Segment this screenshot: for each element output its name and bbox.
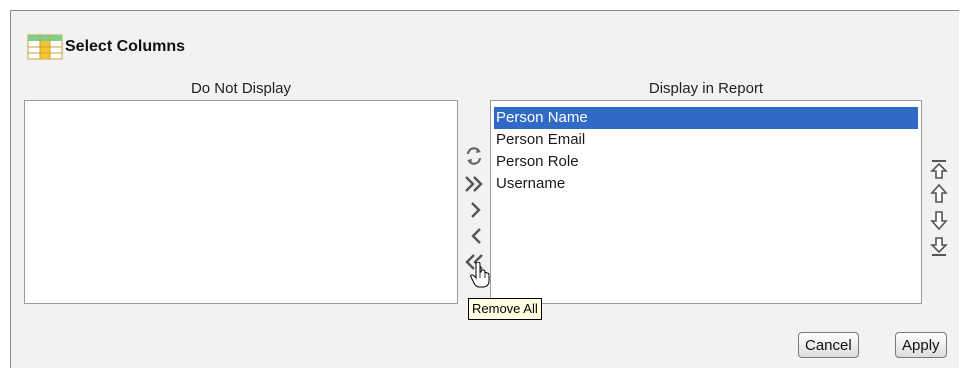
cancel-button[interactable]: Cancel [798, 332, 859, 358]
list-item[interactable]: Person Role [494, 151, 918, 173]
do-not-display-label: Do Not Display [190, 80, 292, 97]
display-in-report-listbox[interactable]: Person Name Person Email Person Role Use… [490, 100, 922, 304]
move-button[interactable] [463, 198, 489, 222]
move-all-icon [465, 176, 483, 192]
move-down-icon [930, 211, 948, 231]
list-item[interactable]: Person Name [494, 107, 918, 129]
move-all-button[interactable] [461, 172, 487, 196]
move-bottom-icon [930, 237, 948, 256]
remove-button[interactable] [463, 224, 489, 248]
do-not-display-listbox[interactable] [24, 100, 458, 304]
hand-pointer-icon [470, 262, 490, 288]
reset-button[interactable] [461, 144, 487, 168]
region-header: Select Columns [27, 33, 185, 61]
move-top-button[interactable] [926, 158, 952, 182]
move-down-button[interactable] [926, 208, 952, 232]
reset-icon [466, 147, 482, 165]
apply-button[interactable]: Apply [895, 332, 947, 358]
table-columns-icon [27, 34, 63, 60]
display-in-report-label: Display in Report [648, 80, 764, 97]
remove-all-tooltip: Remove All [468, 298, 542, 320]
move-up-icon [930, 183, 948, 203]
page-title: Select Columns [65, 38, 186, 55]
move-top-icon [930, 160, 948, 179]
list-item[interactable]: Username [494, 173, 918, 195]
remove-icon [471, 228, 481, 244]
move-bottom-button[interactable] [926, 234, 952, 258]
list-item[interactable]: Person Email [494, 129, 918, 151]
move-up-button[interactable] [926, 182, 952, 206]
move-icon [471, 202, 481, 218]
